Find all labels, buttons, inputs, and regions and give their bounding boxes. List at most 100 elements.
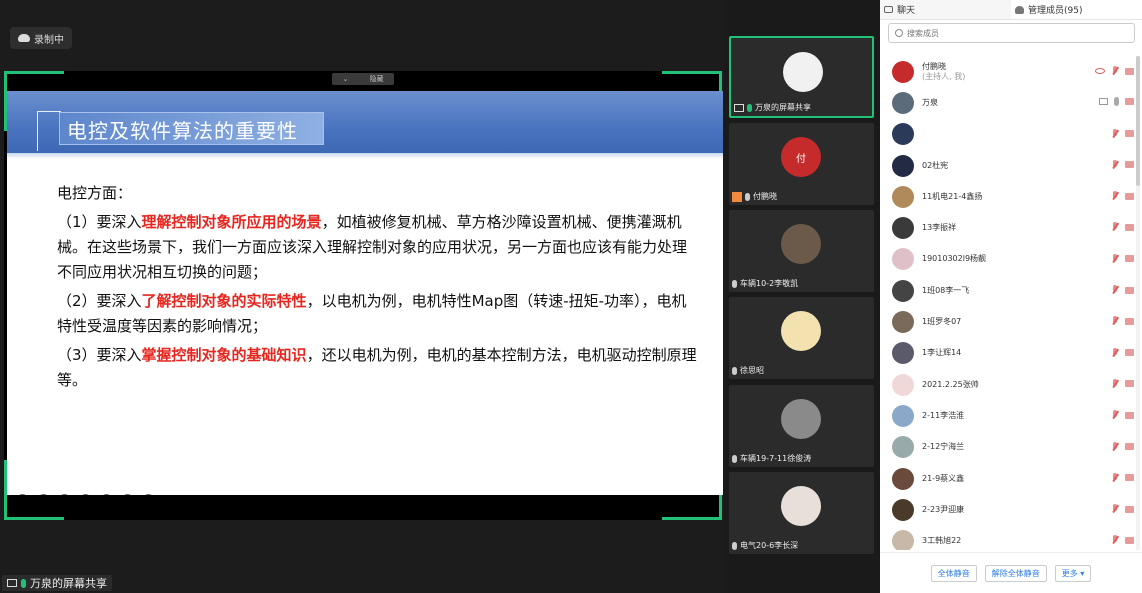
mic-off-icon[interactable] (1111, 472, 1119, 483)
camera-off-icon[interactable] (1125, 192, 1134, 200)
member-row[interactable]: 1班罗冬07 (880, 306, 1142, 337)
camera-off-icon[interactable] (1125, 130, 1134, 138)
member-list: 付鹏晓 (主持人, 我) 万泉 02杜宪 11机电21-4鑫扬 13李振祥 19010302… (880, 56, 1142, 550)
tile-name-text: 车辆19-7-11徐俊涛 (740, 454, 812, 463)
video-tile[interactable]: 车辆19-7-11徐俊涛 (729, 385, 874, 467)
member-row[interactable]: 21-9蔡义鑫 (880, 463, 1142, 494)
video-tile[interactable]: 徐思昭 (729, 297, 874, 379)
camera-off-icon[interactable] (1125, 67, 1134, 75)
camera-off-icon[interactable] (1125, 380, 1134, 388)
avatar: 付 (781, 137, 821, 177)
camera-off-icon[interactable] (1125, 286, 1134, 294)
member-row[interactable]: 2-23尹迎康 (880, 494, 1142, 525)
mute-all-button[interactable]: 全体静音 (930, 564, 977, 582)
share-toolbar-toggle[interactable]: ⌄ 隐藏 (332, 73, 394, 85)
mic-off-icon[interactable] (1111, 222, 1119, 232)
member-row[interactable]: 2-12宁海兰 (880, 432, 1142, 463)
member-name-block: 付鹏晓 (主持人, 我) (922, 62, 965, 82)
avatar (892, 311, 914, 334)
mic-off-icon[interactable] (1111, 159, 1119, 170)
avatar (892, 404, 914, 427)
member-row[interactable]: 02杜宪 (880, 150, 1142, 181)
video-tile[interactable]: 付 付鹏晓 (729, 123, 874, 205)
camera-off-icon[interactable] (1125, 474, 1134, 482)
member-status-icons (1111, 504, 1134, 514)
camera-off-icon[interactable] (1125, 505, 1134, 513)
member-name: 2-23尹迎康 (922, 504, 965, 514)
camera-off-icon[interactable] (1125, 536, 1134, 544)
scrollbar[interactable] (1136, 56, 1140, 550)
recording-badge[interactable]: 录制中 (10, 27, 72, 49)
mic-off-icon[interactable] (1111, 378, 1119, 389)
member-row[interactable]: 13李振祥 (880, 212, 1142, 243)
camera-off-icon[interactable] (1125, 161, 1134, 169)
member-row[interactable]: 19010302l9杨靓 (880, 244, 1142, 275)
member-name-block: 02杜宪 (922, 161, 948, 171)
more-button[interactable]: 更多 ▾ (1054, 564, 1092, 582)
member-row[interactable]: 1李让辉14 (880, 338, 1142, 369)
mic-off-icon[interactable] (1111, 253, 1119, 264)
search-input[interactable] (907, 28, 1127, 38)
tab-members[interactable]: 管理成员(95) (1011, 0, 1142, 19)
camera-off-icon[interactable] (1125, 255, 1134, 263)
camera-off-icon[interactable] (1125, 443, 1134, 451)
paragraph-prefix: （1）要深入 (57, 213, 142, 231)
camera-icon[interactable]: ▭ (101, 494, 112, 495)
comment-icon[interactable]: ▤ (122, 494, 133, 495)
camera-off-icon[interactable] (1125, 349, 1134, 357)
member-row[interactable]: 11机电21-4鑫扬 (880, 181, 1142, 212)
panel-tabs: 聊天 管理成员(95) (880, 0, 1142, 20)
member-row[interactable] (880, 119, 1142, 150)
member-name-block: 2021.2.25张帅 (922, 380, 979, 390)
avatar (892, 154, 914, 177)
mic-icon (732, 366, 737, 375)
mic-off-icon[interactable] (1111, 285, 1119, 295)
tile-name-text: 万泉的屏幕共享 (755, 103, 811, 112)
member-name-block: 2-23尹迎康 (922, 505, 964, 515)
member-name-block: 2-12宁海兰 (922, 442, 964, 452)
mic-icon[interactable] (1114, 97, 1119, 107)
next-icon[interactable]: › (38, 494, 49, 495)
host-icon (732, 191, 742, 202)
member-name-block: 1班08李一飞 (922, 286, 969, 296)
mic-off-icon[interactable] (1111, 191, 1119, 201)
pen-icon[interactable]: ✎ (59, 494, 70, 495)
member-row[interactable]: 2021.2.25张帅 (880, 369, 1142, 400)
tab-chat[interactable]: 聊天 (880, 0, 1011, 19)
member-name: 21-9蔡义鑫 (922, 473, 965, 483)
member-row[interactable]: 万泉 (880, 87, 1142, 118)
video-column: 万泉的屏幕共享 付 付鹏晓 车辆10-2李敬凯 徐思昭 车辆19-7-11徐俊涛 (724, 0, 880, 593)
member-search[interactable] (888, 23, 1135, 43)
video-tile[interactable]: 车辆10-2李敬凯 (729, 210, 874, 292)
main-share-area: 录制中 ⌄ 隐藏 电控及软件算法的重要性 电控方面： （1）要深入理解控制对象所… (0, 0, 724, 593)
chevron-down-icon: ⌄ (342, 75, 349, 83)
camera-off-icon[interactable] (1125, 317, 1134, 325)
member-row[interactable]: 2-11李浩淮 (880, 400, 1142, 431)
eye-icon[interactable] (1095, 68, 1105, 74)
scroll-thumb[interactable] (1136, 56, 1140, 186)
camera-off-icon[interactable] (1125, 98, 1134, 106)
member-row[interactable]: 付鹏晓 (主持人, 我) (880, 56, 1142, 87)
mic-off-icon[interactable] (1111, 128, 1119, 139)
prev-icon[interactable]: ‹ (17, 494, 28, 495)
member-row[interactable]: 1班08李一飞 (880, 275, 1142, 306)
screen-share-frame: ⌄ 隐藏 电控及软件算法的重要性 电控方面： （1）要深入理解控制对象所应用的场… (4, 71, 723, 520)
mic-off-icon[interactable] (1111, 441, 1119, 452)
tile-name-text: 车辆10-2李敬凯 (740, 279, 799, 288)
video-tile[interactable]: 万泉的屏幕共享 (729, 36, 874, 118)
member-name: 1班罗冬07 (922, 317, 962, 327)
mic-off-icon[interactable] (1111, 347, 1119, 358)
more-icon[interactable]: ⋯ (143, 494, 154, 495)
mic-off-icon[interactable] (1111, 410, 1119, 420)
video-tile[interactable]: 电气20-6李长深 (729, 472, 874, 554)
camera-off-icon[interactable] (1125, 411, 1134, 419)
mic-off-icon[interactable] (1111, 535, 1119, 545)
mic-off-icon[interactable] (1111, 504, 1119, 514)
mic-off-icon[interactable] (1111, 66, 1119, 76)
camera-off-icon[interactable] (1125, 223, 1134, 231)
mic-off-icon[interactable] (1111, 316, 1119, 326)
zoom-icon[interactable]: ⊡ (80, 494, 91, 495)
member-row[interactable]: 3工韩旭22 (880, 525, 1142, 550)
unmute-all-button[interactable]: 解除全体静音 (984, 564, 1047, 582)
member-name: 13李振祥 (922, 223, 957, 233)
